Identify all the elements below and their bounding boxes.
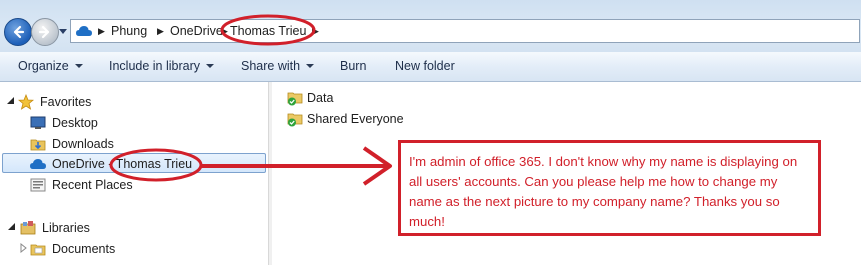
collapsed-arrow-icon[interactable] bbox=[20, 243, 28, 253]
command-bar: Organize Include in library Share with B… bbox=[0, 52, 861, 82]
breadcrumb-onedrive[interactable]: OneDrive bbox=[170, 24, 223, 38]
libraries-icon bbox=[20, 220, 36, 236]
synced-folder-icon bbox=[287, 111, 303, 127]
libraries-label: Libraries bbox=[42, 221, 90, 235]
annotation-callout: I'm admin of office 365. I don't know wh… bbox=[398, 140, 821, 236]
pane-splitter[interactable] bbox=[268, 82, 272, 265]
breadcrumb-thomas-trieu[interactable]: Thomas Trieu bbox=[230, 24, 306, 38]
breadcrumb-separator-icon[interactable]: ▶ bbox=[312, 26, 319, 37]
sidebar-item-onedrive[interactable]: OneDrive - Thomas Trieu bbox=[30, 156, 192, 172]
sidebar-item-label: Desktop bbox=[52, 116, 98, 130]
chevron-down-icon bbox=[206, 64, 215, 68]
address-box[interactable]: ▶ Phung ▶ OneDrive ▶ Thomas Trieu ▶ bbox=[70, 19, 860, 43]
libraries-group[interactable]: Libraries bbox=[20, 220, 90, 236]
breadcrumb-separator-icon[interactable]: ▶ bbox=[98, 26, 105, 37]
sidebar-item-documents[interactable]: Documents bbox=[30, 241, 115, 257]
new-folder-button[interactable]: New folder bbox=[395, 59, 455, 73]
forward-button[interactable] bbox=[31, 18, 59, 46]
synced-folder-icon bbox=[287, 90, 303, 106]
chevron-down-icon bbox=[306, 64, 315, 68]
sidebar-item-downloads[interactable]: Downloads bbox=[30, 136, 114, 152]
sidebar-item-recent-places[interactable]: Recent Places bbox=[30, 177, 133, 193]
file-item-label: Data bbox=[307, 91, 334, 105]
file-item-label: Shared Everyone bbox=[307, 112, 404, 126]
desktop-icon bbox=[30, 115, 46, 131]
forward-arrow-icon bbox=[38, 25, 50, 39]
annotation-arrow-head-icon bbox=[362, 146, 392, 186]
sidebar-item-label: Recent Places bbox=[52, 178, 133, 192]
file-item-shared-everyone[interactable]: Shared Everyone bbox=[287, 111, 404, 127]
share-with-label: Share with bbox=[241, 59, 301, 73]
favorites-label: Favorites bbox=[40, 95, 92, 109]
include-in-library-label: Include in library bbox=[109, 59, 201, 73]
chevron-down-icon bbox=[74, 64, 83, 68]
star-icon bbox=[18, 94, 34, 110]
downloads-folder-icon bbox=[30, 136, 46, 152]
expanded-arrow-icon[interactable] bbox=[7, 222, 16, 231]
organize-button[interactable]: Organize bbox=[18, 59, 83, 73]
onedrive-cloud-icon bbox=[76, 26, 92, 36]
recent-pages-dropdown-icon[interactable] bbox=[59, 27, 67, 35]
recent-places-icon bbox=[30, 177, 46, 193]
new-folder-label: New folder bbox=[395, 59, 455, 73]
burn-button[interactable]: Burn bbox=[340, 59, 366, 73]
documents-icon bbox=[30, 241, 46, 257]
breadcrumb-separator-icon[interactable]: ▶ bbox=[157, 26, 164, 37]
favorites-group[interactable]: Favorites bbox=[18, 94, 91, 110]
include-in-library-button[interactable]: Include in library bbox=[109, 59, 215, 73]
back-button[interactable] bbox=[4, 18, 32, 46]
sidebar-item-desktop[interactable]: Desktop bbox=[30, 115, 98, 131]
expanded-arrow-icon[interactable] bbox=[6, 96, 15, 105]
sidebar-item-label: Documents bbox=[52, 242, 116, 256]
breadcrumb-separator-icon[interactable]: ▶ bbox=[221, 26, 228, 37]
file-item-data[interactable]: Data bbox=[287, 90, 333, 106]
annotation-text: I'm admin of office 365. I don't know wh… bbox=[409, 154, 798, 229]
breadcrumb-phung[interactable]: Phung bbox=[111, 24, 147, 38]
sidebar-item-label: OneDrive - Thomas Trieu bbox=[52, 157, 193, 171]
organize-label: Organize bbox=[18, 59, 69, 73]
back-arrow-icon bbox=[13, 25, 25, 39]
share-with-button[interactable]: Share with bbox=[241, 59, 315, 73]
address-bar-area: ▶ Phung ▶ OneDrive ▶ Thomas Trieu ▶ bbox=[0, 0, 861, 52]
burn-label: Burn bbox=[340, 59, 367, 73]
sidebar-item-label: Downloads bbox=[52, 137, 114, 151]
onedrive-cloud-icon bbox=[30, 156, 46, 172]
